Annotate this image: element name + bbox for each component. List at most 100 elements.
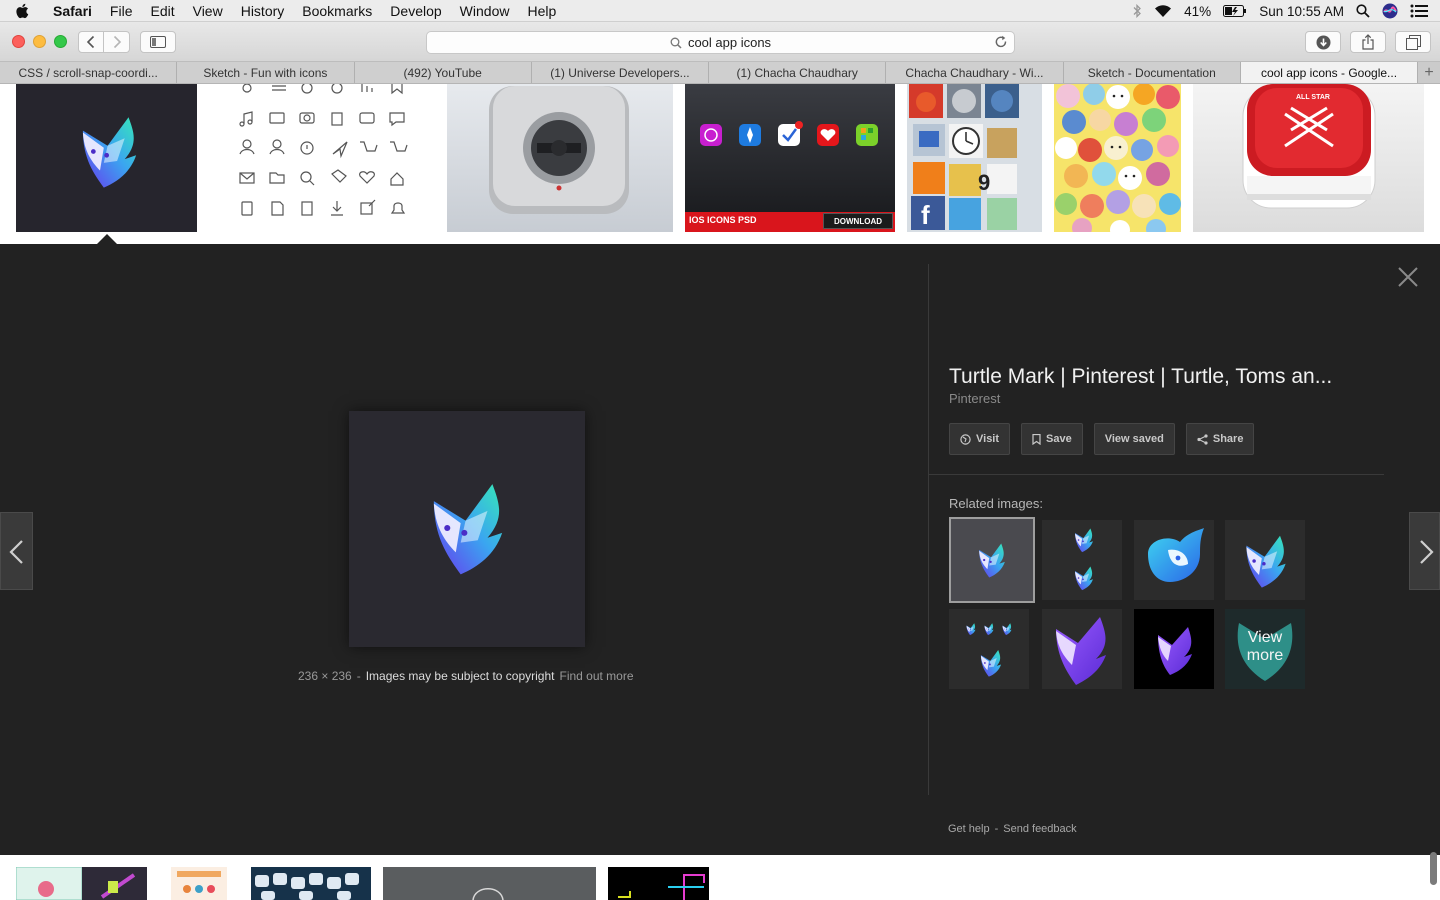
menu-edit[interactable]: Edit xyxy=(141,3,183,19)
share-button[interactable] xyxy=(1350,31,1386,53)
save-label: Save xyxy=(1046,433,1072,445)
related-image-2[interactable] xyxy=(1042,520,1122,600)
image-dimensions: 236 × 236 xyxy=(298,669,352,683)
result-thumb-safe-dial[interactable] xyxy=(447,84,673,232)
related-image-6[interactable] xyxy=(1042,609,1122,689)
related-image-1[interactable] xyxy=(949,517,1035,603)
tab-youtube[interactable]: (492) YouTube xyxy=(354,62,532,83)
tab-chacha-chaudhary-wiki[interactable]: Chacha Chaudhary - Wi... xyxy=(886,62,1064,83)
bookmark-icon xyxy=(1032,433,1041,445)
tab-overview-button[interactable] xyxy=(1395,31,1431,53)
reload-icon[interactable] xyxy=(994,35,1008,52)
menu-view[interactable]: View xyxy=(184,3,232,19)
view-more-button[interactable]: View more xyxy=(1225,609,1305,689)
bluetooth-icon[interactable] xyxy=(1132,4,1142,18)
wifi-icon[interactable] xyxy=(1154,4,1172,18)
ios-icons-psd-label: IOS ICONS PSD xyxy=(689,215,757,225)
menu-bar: Safari File Edit View History Bookmarks … xyxy=(0,0,1440,22)
send-feedback-link[interactable]: Send feedback xyxy=(1003,823,1076,835)
get-help-link[interactable]: Get help xyxy=(948,823,990,835)
action-buttons: Visit Save View saved Share xyxy=(949,423,1255,455)
result-thumb-tsum-tsum[interactable] xyxy=(1054,84,1181,232)
menu-history[interactable]: History xyxy=(232,3,294,19)
related-image-3[interactable] xyxy=(1134,520,1214,600)
apple-menu-icon[interactable] xyxy=(0,3,44,19)
copyright-notice: Images may be subject to copyright xyxy=(365,669,555,683)
tab-sketch-documentation[interactable]: Sketch - Documentation xyxy=(1063,62,1241,83)
close-window-button[interactable] xyxy=(12,35,25,48)
share-icon xyxy=(1197,433,1208,445)
sidebar-toggle-button[interactable] xyxy=(140,31,176,53)
back-button[interactable] xyxy=(78,31,104,53)
preview-image[interactable] xyxy=(349,411,585,647)
result-thumb-fox-logo[interactable] xyxy=(16,84,197,232)
spotlight-search-icon[interactable] xyxy=(1356,4,1370,18)
menu-develop[interactable]: Develop xyxy=(381,3,450,19)
result-source[interactable]: Pinterest xyxy=(949,391,1000,406)
footer-separator: - xyxy=(994,823,999,835)
view-more-line-2: more xyxy=(1246,647,1284,664)
view-saved-label: View saved xyxy=(1104,433,1164,445)
tab-cool-app-icons[interactable]: cool app icons - Google... xyxy=(1240,62,1419,83)
related-image-5[interactable] xyxy=(949,609,1029,689)
info-divider xyxy=(929,474,1384,475)
tab-universe-developers[interactable]: (1) Universe Developers... xyxy=(531,62,710,83)
image-results-row: IOS ICONS PSD DOWNLOAD f 9 ALL STAR xyxy=(0,84,1440,244)
tab-sketch-fun-with-icons[interactable]: Sketch - Fun with icons xyxy=(177,62,355,83)
siri-icon[interactable] xyxy=(1382,3,1398,19)
menu-app-name[interactable]: Safari xyxy=(44,3,101,19)
view-more-line-1: View xyxy=(1247,629,1283,646)
converse-label: ALL STAR xyxy=(1296,94,1330,101)
result-thumb-converse-shoe[interactable]: ALL STAR xyxy=(1193,84,1424,232)
image-preview-panel: 236 × 236 - Images may be subject to cop… xyxy=(0,244,1440,855)
result-title[interactable]: Turtle Mark | Pinterest | Turtle, Toms a… xyxy=(949,365,1332,389)
visit-label: Visit xyxy=(976,433,1000,445)
chevron-right-icon xyxy=(1420,540,1434,564)
save-button[interactable]: Save xyxy=(1021,423,1083,455)
panel-footer: Get help - Send feedback xyxy=(948,823,1077,835)
result-thumb-ios-icons-psd[interactable]: IOS ICONS PSD DOWNLOAD xyxy=(685,84,895,232)
menu-bookmarks[interactable]: Bookmarks xyxy=(293,3,381,19)
related-image-4[interactable] xyxy=(1225,520,1305,600)
clock-number: 9 xyxy=(978,170,991,195)
downloads-button[interactable] xyxy=(1305,31,1341,53)
next-image-button[interactable] xyxy=(1409,512,1440,590)
bottom-thumb-2[interactable] xyxy=(171,867,227,900)
search-icon xyxy=(670,37,682,49)
zoom-window-button[interactable] xyxy=(54,35,67,48)
tab-chacha-chaudhary[interactable]: (1) Chacha Chaudhary xyxy=(709,62,887,83)
battery-percent: 41% xyxy=(1184,3,1212,19)
related-image-7[interactable] xyxy=(1134,609,1214,689)
globe-icon xyxy=(960,433,971,445)
tab-css-scroll-snap[interactable]: CSS / scroll-snap-coordi... xyxy=(0,62,178,83)
view-saved-button[interactable]: View saved xyxy=(1093,423,1175,455)
notification-center-icon[interactable] xyxy=(1410,4,1428,18)
find-out-more-link[interactable]: Find out more xyxy=(559,669,633,683)
share-result-button[interactable]: Share xyxy=(1185,423,1255,455)
bottom-thumb-3[interactable] xyxy=(251,867,371,900)
clock[interactable]: Sun 10:55 AM xyxy=(1259,4,1344,19)
new-tab-icon[interactable]: + xyxy=(1418,62,1440,83)
selected-result-caret xyxy=(97,234,117,244)
menu-window[interactable]: Window xyxy=(451,3,519,19)
forward-button[interactable] xyxy=(104,31,130,53)
page-scrollbar[interactable] xyxy=(1430,852,1437,885)
meta-separator: - xyxy=(356,669,361,683)
address-bar[interactable]: cool app icons xyxy=(426,31,1015,54)
result-thumb-icon-set[interactable] xyxy=(230,84,420,232)
bottom-thumb-4[interactable] xyxy=(383,867,596,900)
visit-button[interactable]: Visit xyxy=(949,423,1011,455)
tab-bar: CSS / scroll-snap-coordi... Sketch - Fun… xyxy=(0,62,1440,84)
menu-help[interactable]: Help xyxy=(518,3,565,19)
menu-file[interactable]: File xyxy=(101,3,142,19)
share-label: Share xyxy=(1212,433,1244,445)
close-preview-icon[interactable] xyxy=(1395,264,1421,290)
previous-image-button[interactable] xyxy=(0,512,33,590)
bottom-thumb-1[interactable] xyxy=(16,867,147,900)
address-query: cool app icons xyxy=(687,35,772,50)
image-results-row-bottom xyxy=(0,855,1440,900)
bottom-thumb-5[interactable] xyxy=(608,867,709,900)
result-thumb-icon-cubes[interactable]: f 9 xyxy=(907,84,1042,232)
battery-icon[interactable] xyxy=(1223,5,1247,17)
minimize-window-button[interactable] xyxy=(33,35,46,48)
